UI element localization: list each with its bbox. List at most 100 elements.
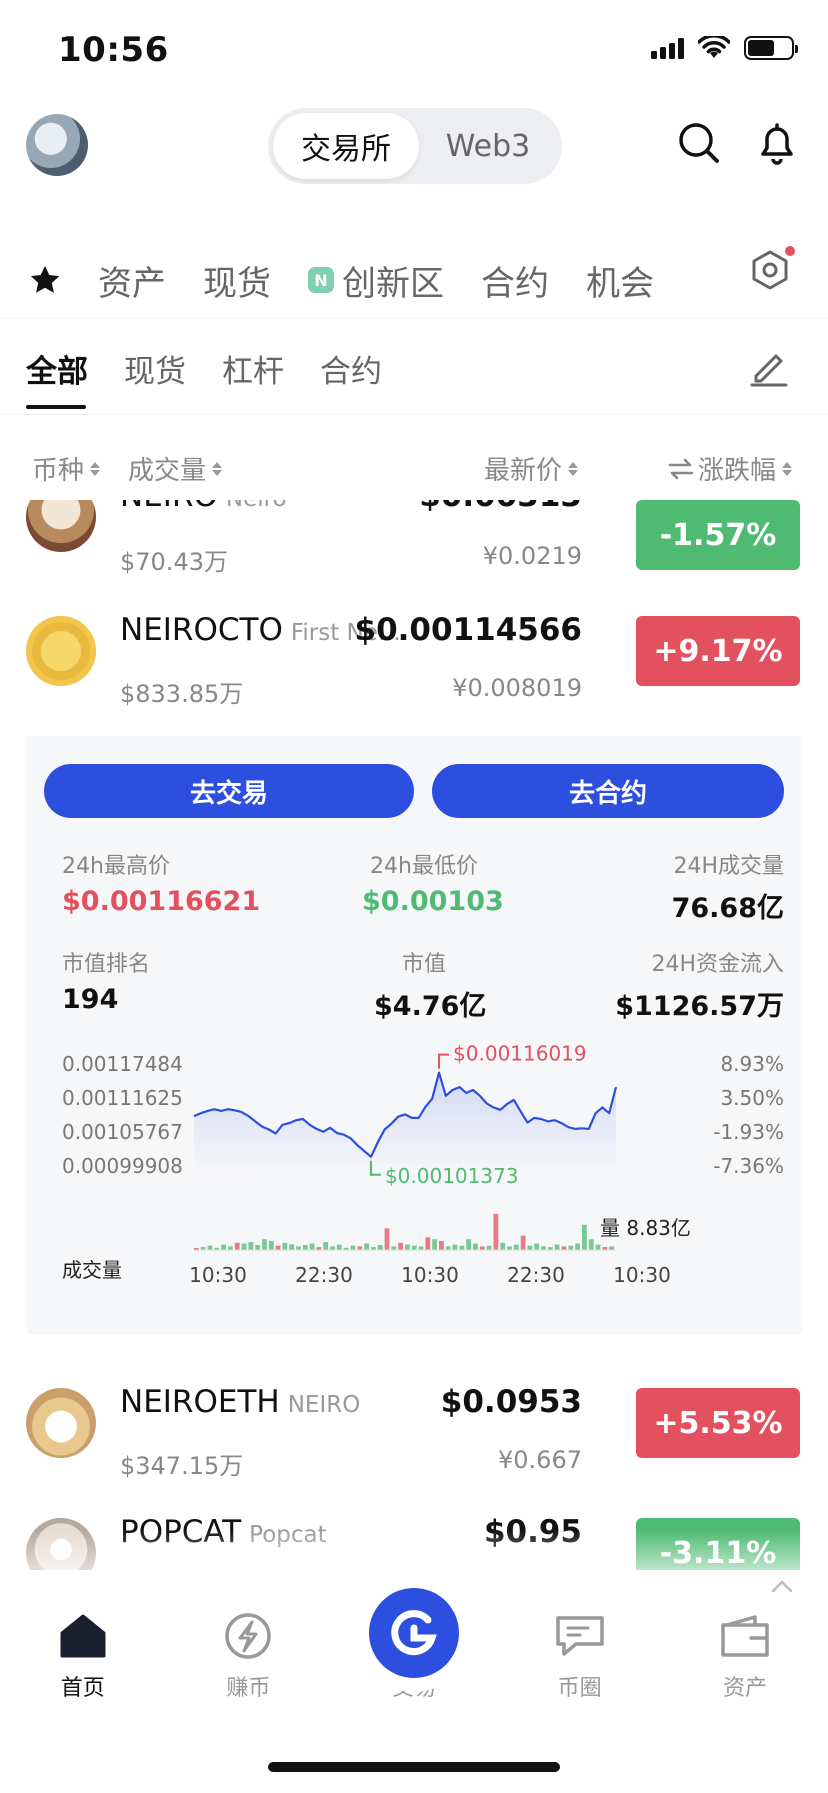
category-futures[interactable]: 合约 <box>481 256 549 305</box>
change-badge[interactable]: +9.17% <box>636 616 800 686</box>
x-tick-label: 10:30 <box>613 1263 671 1287</box>
star-icon[interactable] <box>28 263 62 297</box>
volume-bar <box>493 1214 499 1250</box>
change-badge[interactable]: +5.53% <box>636 1388 800 1458</box>
volume-bar <box>452 1244 458 1250</box>
volume-bar <box>282 1242 288 1250</box>
trade-icon <box>391 1610 437 1656</box>
volume-bar <box>459 1245 465 1250</box>
subtab-margin[interactable]: 杠杆 <box>222 346 284 391</box>
coin-volume: $347.15万 <box>120 1452 244 1480</box>
sort-icon <box>782 461 793 476</box>
volume-bar <box>595 1244 601 1250</box>
sort-coin[interactable]: 币种 <box>32 450 101 487</box>
table-row[interactable]: NEIROCTO First Ne… $833.85万 $0.00114566 ¥… <box>0 596 828 1334</box>
segment-web3[interactable]: Web3 <box>419 129 557 164</box>
volume-bar <box>377 1245 383 1250</box>
volume-bar <box>534 1243 540 1250</box>
max-marker <box>438 1053 450 1069</box>
tab-community[interactable]: 币圈 <box>520 1610 640 1702</box>
change-badge[interactable]: -1.57% <box>636 500 800 570</box>
category-assets[interactable]: 资产 <box>98 256 166 305</box>
volume-bar <box>296 1246 301 1250</box>
subtab-all[interactable]: 全部 <box>26 346 88 409</box>
volume-bar <box>391 1246 397 1250</box>
coin-neiroeth-icon <box>26 1388 96 1458</box>
volume-max-label: 量 8.83亿 <box>600 1216 691 1240</box>
divider <box>0 318 828 319</box>
home-indicator <box>268 1762 560 1772</box>
category-spot[interactable]: 现货 <box>203 256 271 305</box>
volume-bar <box>248 1242 254 1250</box>
tab-home[interactable]: 首页 <box>23 1610 143 1702</box>
volume-bar <box>432 1239 437 1250</box>
volume-bar <box>411 1245 417 1250</box>
volume-bar <box>609 1246 614 1250</box>
edit-icon[interactable] <box>748 346 790 388</box>
x-tick-label: 10:30 <box>401 1263 459 1287</box>
coin-volume: $833.85万 <box>120 680 244 708</box>
table-row[interactable]: NEIRO Neiro $70.43万 $0.00313 ¥0.0219 -1.5… <box>0 500 828 590</box>
coin-price-cny: ¥0.667 <box>498 1446 582 1474</box>
subtab-row: 全部 现货 杠杆 合约 <box>26 346 382 409</box>
battery-icon <box>744 36 798 60</box>
coin-name: NEIRO <box>287 1392 361 1418</box>
category-innovation[interactable]: N 创新区 <box>308 256 444 305</box>
min-price-label: $0.00101373 <box>385 1164 519 1188</box>
subtab-spot[interactable]: 现货 <box>124 346 186 391</box>
trade-center-button[interactable] <box>369 1588 459 1678</box>
new-badge: N <box>308 267 334 293</box>
volume-bar <box>527 1245 533 1250</box>
volume-bar <box>561 1246 567 1250</box>
coin-symbol: NEIRO Neiro <box>120 500 287 514</box>
category-opportunity[interactable]: 机会 <box>586 256 654 305</box>
coin-symbol-text: NEIROETH <box>120 1384 280 1420</box>
coin-symbol-text: NEIROCTO <box>120 612 283 648</box>
status-icons <box>651 36 798 60</box>
volume-bar <box>425 1237 431 1250</box>
x-tick-label: 10:30 <box>189 1263 247 1287</box>
max-price-label: $0.00116019 <box>453 1042 587 1066</box>
volume-bar <box>323 1242 329 1250</box>
volume-bar <box>418 1246 424 1250</box>
wallet-icon <box>721 1615 769 1657</box>
market-list: NEIRO Neiro $70.43万 $0.00313 ¥0.0219 -1.5… <box>0 500 828 1570</box>
bell-icon[interactable] <box>754 120 800 166</box>
tab-assets[interactable]: 资产 <box>685 1610 805 1702</box>
tab-label: 赚币 <box>226 1676 271 1701</box>
volume-bar <box>357 1246 363 1250</box>
x-tick-label: 22:30 <box>507 1263 565 1287</box>
volume-bar <box>234 1242 240 1250</box>
sort-price[interactable]: 最新价 <box>484 450 579 487</box>
avatar[interactable] <box>26 114 88 176</box>
volume-bar <box>330 1246 335 1250</box>
volume-bar <box>439 1241 444 1250</box>
tab-label: 首页 <box>60 1676 105 1701</box>
volume-bar <box>568 1245 574 1250</box>
volume-bar <box>262 1239 267 1250</box>
volume-bar <box>520 1235 526 1250</box>
volume-label: 成交量 <box>62 1258 122 1282</box>
sort-change[interactable]: 涨跌幅 <box>668 450 793 487</box>
header-change: 涨跌幅 <box>698 456 777 486</box>
exchange-web3-switch[interactable]: 交易所 Web3 <box>268 108 562 184</box>
sort-volume[interactable]: 成交量 <box>128 450 223 487</box>
segment-exchange[interactable]: 交易所 <box>273 113 419 179</box>
price-chart[interactable]: $0.00116019 $0.00101373 10:30 22:30 10:30 22:… <box>26 736 802 1334</box>
coin-price: $0.0953 <box>440 1384 582 1420</box>
volume-bar <box>309 1243 315 1250</box>
subtab-futures[interactable]: 合约 <box>320 346 382 391</box>
chat-icon <box>555 1616 604 1656</box>
tab-label: 币圈 <box>557 1676 602 1701</box>
search-icon[interactable] <box>676 120 722 166</box>
coin-neiro-icon <box>26 500 96 552</box>
tab-earn[interactable]: 赚币 <box>188 1610 308 1702</box>
wifi-icon <box>698 36 730 58</box>
chevron-up-icon[interactable] <box>770 1578 794 1594</box>
table-row[interactable]: NEIROETH NEIRO $347.15万 $0.0953 ¥0.667 +5… <box>0 1368 828 1498</box>
volume-bar <box>500 1242 506 1250</box>
settings-hex-icon[interactable] <box>744 244 796 300</box>
volume-bar <box>554 1244 560 1250</box>
category-fade <box>690 240 750 310</box>
volume-bar <box>350 1245 356 1250</box>
